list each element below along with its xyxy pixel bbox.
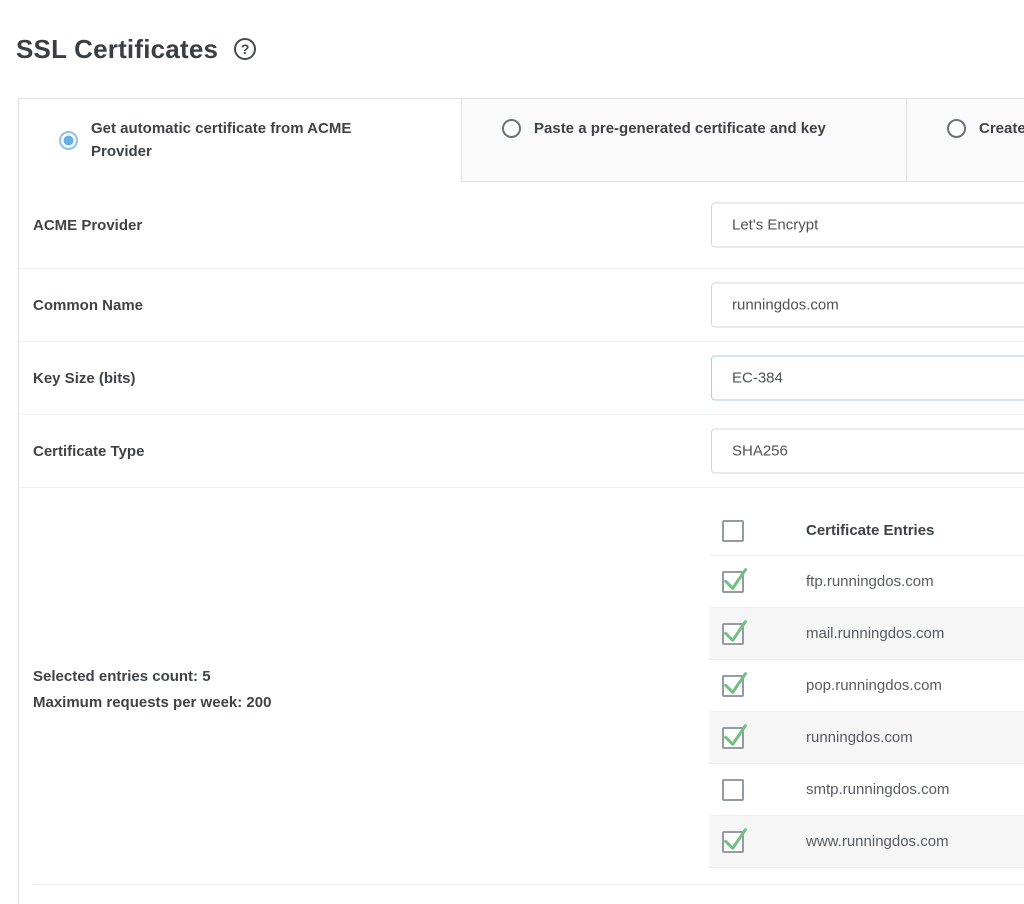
check-icon bbox=[721, 669, 749, 697]
entry-checkbox-cell bbox=[709, 779, 806, 801]
key-size-row: Key Size (bits) bbox=[19, 342, 1024, 415]
entry-checkbox-cell bbox=[709, 675, 806, 697]
entry-domain: mail.runningdos.com bbox=[806, 625, 944, 642]
entry-checkbox[interactable] bbox=[722, 675, 744, 697]
check-icon bbox=[721, 825, 749, 853]
acme-provider-label: ACME Provider bbox=[33, 217, 142, 234]
certificate-entries-body: ftp.runningdos.com mail.runningdos.com p… bbox=[709, 556, 1024, 868]
check-icon bbox=[721, 617, 749, 645]
common-name-row: Common Name bbox=[19, 269, 1024, 342]
radio-create-icon[interactable] bbox=[947, 119, 966, 138]
entry-checkbox[interactable] bbox=[722, 623, 744, 645]
entry-domain: smtp.runningdos.com bbox=[806, 781, 949, 798]
tab-acme-inner: Get automatic certificate from ACME Prov… bbox=[59, 117, 461, 163]
tab-create-certificate[interactable]: Create bbox=[906, 99, 1024, 182]
select-all-checkbox[interactable] bbox=[722, 520, 744, 542]
bottom-divider bbox=[33, 884, 1024, 885]
certificate-entry-row: runningdos.com bbox=[709, 712, 1024, 764]
acme-provider-row: ACME Provider bbox=[19, 182, 1024, 269]
certificate-entry-row: smtp.runningdos.com bbox=[709, 764, 1024, 816]
page-title: SSL Certificates bbox=[16, 34, 218, 65]
certificate-entries-heading: Certificate Entries bbox=[806, 522, 934, 539]
entry-domain: runningdos.com bbox=[806, 729, 913, 746]
certificate-type-label: Certificate Type bbox=[33, 443, 144, 460]
key-size-input[interactable] bbox=[711, 356, 1024, 401]
header-checkbox-cell bbox=[709, 520, 806, 542]
radio-paste-icon[interactable] bbox=[502, 119, 521, 138]
entry-checkbox[interactable] bbox=[722, 779, 744, 801]
entry-domain: www.runningdos.com bbox=[806, 833, 949, 850]
certificate-entries-table: Certificate Entries ftp.runningdos.com m… bbox=[709, 506, 1024, 868]
certificate-entry-row: mail.runningdos.com bbox=[709, 608, 1024, 660]
entry-checkbox[interactable] bbox=[722, 727, 744, 749]
entry-checkbox-cell bbox=[709, 727, 806, 749]
tab-acme-label: Get automatic certificate from ACME Prov… bbox=[91, 117, 383, 163]
tab-create-inner: Create bbox=[947, 117, 1024, 140]
common-name-input[interactable] bbox=[711, 283, 1024, 328]
entry-domain: pop.runningdos.com bbox=[806, 677, 942, 694]
check-icon bbox=[721, 565, 749, 593]
certificate-entry-row: pop.runningdos.com bbox=[709, 660, 1024, 712]
entry-checkbox[interactable] bbox=[722, 571, 744, 593]
certificate-entries-section: Selected entries count: 5 Maximum reques… bbox=[19, 488, 1024, 871]
tab-bar: Get automatic certificate from ACME Prov… bbox=[19, 99, 1024, 182]
entries-summary: Selected entries count: 5 Maximum reques… bbox=[33, 664, 271, 716]
page-header: SSL Certificates ? bbox=[0, 0, 1024, 78]
certificate-entry-row: www.runningdos.com bbox=[709, 816, 1024, 868]
tab-paste-inner: Paste a pre-generated certificate and ke… bbox=[502, 117, 906, 140]
entry-checkbox-cell bbox=[709, 623, 806, 645]
check-icon bbox=[721, 721, 749, 749]
tab-create-label: Create bbox=[979, 117, 1024, 140]
certificate-entries-header-row: Certificate Entries bbox=[709, 506, 1024, 556]
entry-checkbox-cell bbox=[709, 571, 806, 593]
acme-provider-input[interactable] bbox=[711, 203, 1024, 248]
max-requests-per-week: Maximum requests per week: 200 bbox=[33, 690, 271, 716]
entry-domain: ftp.runningdos.com bbox=[806, 573, 934, 590]
help-icon[interactable]: ? bbox=[234, 38, 256, 60]
certificate-type-row: Certificate Type bbox=[19, 415, 1024, 488]
ssl-certificates-panel: Get automatic certificate from ACME Prov… bbox=[18, 98, 1024, 904]
entry-checkbox-cell bbox=[709, 831, 806, 853]
radio-acme-icon[interactable] bbox=[59, 131, 78, 150]
entry-checkbox[interactable] bbox=[722, 831, 744, 853]
common-name-label: Common Name bbox=[33, 297, 143, 314]
key-size-label: Key Size (bits) bbox=[33, 370, 136, 387]
tab-paste-label: Paste a pre-generated certificate and ke… bbox=[534, 117, 826, 140]
certificate-type-input[interactable] bbox=[711, 429, 1024, 474]
certificate-entry-row: ftp.runningdos.com bbox=[709, 556, 1024, 608]
selected-entries-count: Selected entries count: 5 bbox=[33, 664, 271, 690]
tab-paste-certificate[interactable]: Paste a pre-generated certificate and ke… bbox=[461, 99, 906, 182]
tab-acme-provider[interactable]: Get automatic certificate from ACME Prov… bbox=[19, 99, 461, 182]
